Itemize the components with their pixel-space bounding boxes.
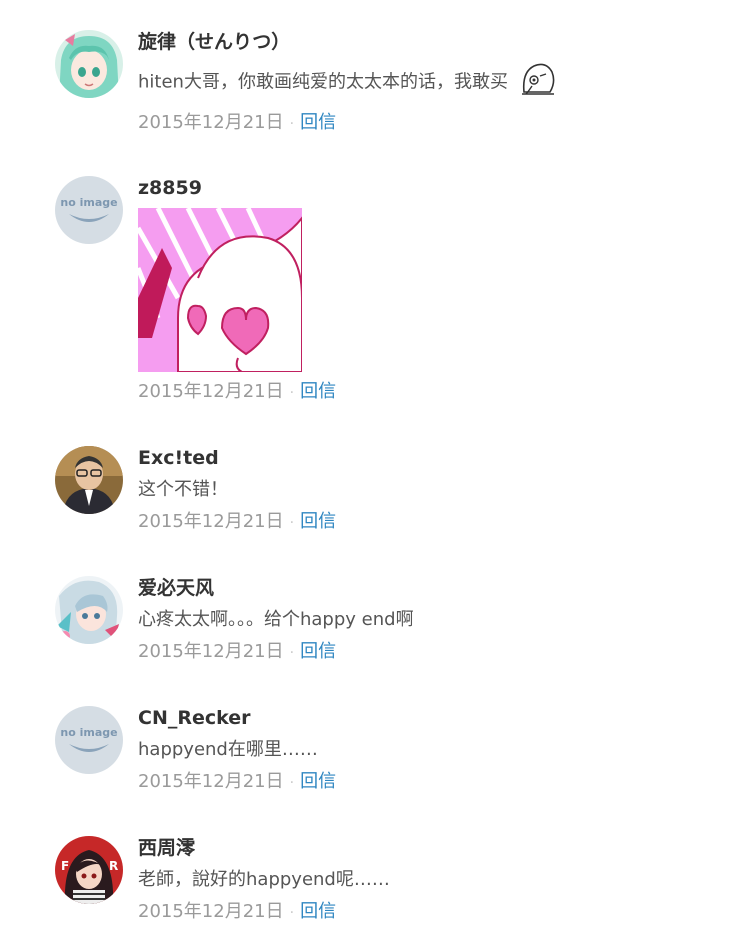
comment-meta: 2015年12月21日 · 回信 — [138, 640, 735, 665]
comment-date: 2015年12月21日 — [138, 112, 284, 133]
reply-link[interactable]: 回信 — [300, 112, 336, 133]
comment-meta: 2015年12月21日 · 回信 — [138, 111, 735, 136]
avatar[interactable]: no image — [55, 706, 123, 774]
comment-author[interactable]: 西周澪 — [138, 836, 735, 860]
separator-dot: · — [289, 645, 295, 661]
comment-date: 2015年12月21日 — [138, 901, 284, 922]
comment-author[interactable]: Exc!ted — [138, 446, 735, 470]
separator-dot: · — [289, 515, 295, 531]
avatar[interactable] — [55, 30, 123, 98]
comment-date: 2015年12月21日 — [138, 381, 284, 402]
comment-meta: 2015年12月21日 · 回信 — [138, 770, 735, 795]
separator-dot: · — [289, 116, 295, 132]
avatar[interactable]: no image — [55, 176, 123, 244]
comment-meta: 2015年12月21日 · 回信 — [138, 380, 735, 405]
avatar[interactable]: F R — [55, 836, 123, 904]
reply-link[interactable]: 回信 — [300, 381, 336, 402]
reply-link[interactable]: 回信 — [300, 901, 336, 922]
no-image-text: no image — [60, 726, 117, 739]
comment-date: 2015年12月21日 — [138, 641, 284, 662]
separator-dot: · — [289, 775, 295, 791]
svg-text:F: F — [61, 859, 69, 873]
no-image-text: no image — [60, 196, 117, 209]
comment-meta: 2015年12月21日 · 回信 — [138, 510, 735, 535]
comment-text: 这个不错！ — [138, 479, 228, 500]
comment-date: 2015年12月21日 — [138, 771, 284, 792]
comment-image[interactable] — [135, 206, 303, 373]
crying-face-sticker-icon — [520, 62, 556, 103]
comment-author[interactable]: 爱必天风 — [138, 576, 735, 600]
comment-author[interactable]: CN_Recker — [138, 706, 735, 730]
comment-text: happyend在哪里…… — [138, 739, 318, 760]
comment-meta: 2015年12月21日 · 回信 — [138, 900, 735, 925]
separator-dot: · — [289, 385, 295, 401]
comment-text: 心疼太太啊。。。给个happy end啊 — [138, 609, 414, 630]
avatar[interactable] — [55, 576, 123, 644]
reply-link[interactable]: 回信 — [300, 771, 336, 792]
avatar[interactable] — [55, 446, 123, 514]
svg-text:R: R — [109, 859, 118, 873]
reply-link[interactable]: 回信 — [300, 641, 336, 662]
comment-author[interactable]: z8859 — [138, 176, 735, 200]
reply-link[interactable]: 回信 — [300, 511, 336, 532]
separator-dot: · — [289, 905, 295, 921]
comment-text: hiten大哥，你敢画纯爱的太太本的话，我敢买 — [138, 62, 735, 103]
comment-text-content: hiten大哥，你敢画纯爱的太太本的话，我敢买 — [138, 71, 508, 93]
comment-author[interactable]: 旋律（せんりつ） — [138, 30, 735, 54]
comment-date: 2015年12月21日 — [138, 511, 284, 532]
comment-text: 老師，說好的happyend呢…… — [138, 869, 390, 890]
